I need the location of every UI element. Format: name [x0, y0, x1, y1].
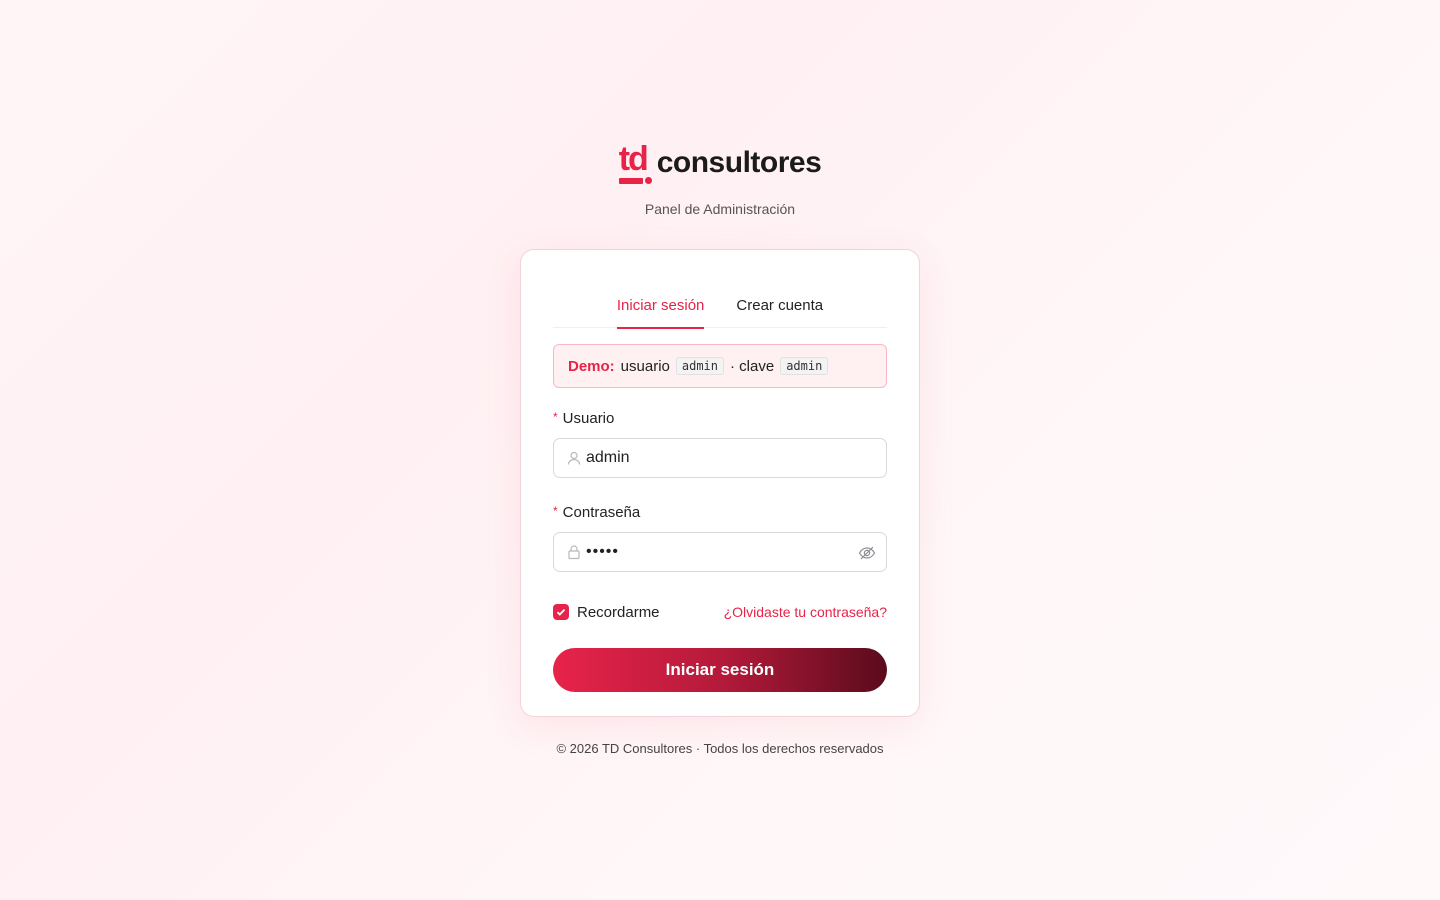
eye-slash-icon[interactable] [858, 544, 876, 562]
username-label-text: Usuario [562, 410, 615, 427]
logo-dot [644, 177, 652, 184]
remember-label: Recordarme [577, 603, 660, 621]
remember-checkbox[interactable]: Recordarme [553, 604, 660, 621]
demo-credentials-alert: Demo: usuario admin · clave admin [553, 344, 887, 388]
user-icon [566, 450, 582, 466]
lock-icon [566, 544, 582, 560]
password-label-text: Contraseña [562, 504, 641, 521]
password-field[interactable]: ••••• [553, 532, 887, 572]
logo-mark: td [618, 140, 655, 184]
password-label: * Contraseña [553, 504, 640, 521]
tab-login[interactable]: Iniciar sesión [616, 290, 704, 329]
login-page: td consultores Panel de Administración I… [0, 0, 1440, 900]
remember-row: Recordarme ¿Olvidaste tu contraseña? [553, 602, 887, 622]
tab-register[interactable]: Crear cuenta [736, 290, 823, 328]
username-field[interactable]: admin [553, 438, 887, 478]
logo-bar [618, 178, 643, 184]
brand-header: td consultores [0, 142, 1440, 184]
auth-tabs: Iniciar sesión Crear cuenta [553, 290, 887, 329]
check-icon[interactable] [553, 604, 569, 620]
logo-text: consultores [656, 146, 822, 179]
username-value: admin [586, 449, 630, 466]
password-value: ••••• [586, 543, 620, 560]
login-button[interactable]: Iniciar sesión [553, 648, 887, 692]
logo-mark-text: td [618, 140, 649, 178]
footer-copyright: © 2026 TD Consultores · Todos los derech… [556, 741, 884, 756]
logo: td consultores [618, 140, 822, 184]
demo-pass-code: admin [780, 357, 829, 375]
demo-user-text: usuario [620, 357, 670, 375]
login-card: Iniciar sesión Crear cuenta Demo: usuari… [520, 249, 920, 717]
required-marker: * [553, 410, 558, 424]
required-marker: * [553, 504, 558, 518]
username-label: * Usuario [553, 410, 614, 427]
demo-separator-text: · clave [730, 357, 775, 375]
forgot-password-link[interactable]: ¿Olvidaste tu contraseña? [724, 604, 887, 620]
page-subtitle: Panel de Administración [644, 201, 796, 217]
demo-user-code: admin [675, 357, 724, 375]
demo-label: Demo: [568, 357, 615, 375]
